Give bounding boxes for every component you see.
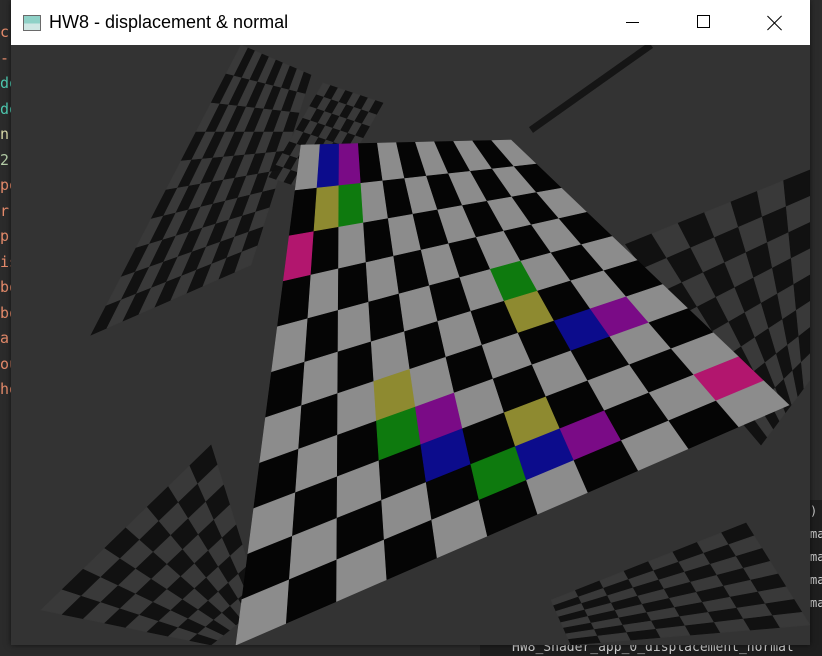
checker-tile <box>316 143 340 189</box>
checker-tile <box>313 185 340 232</box>
terminal-fragments: ) ma ma ma ma <box>810 500 822 656</box>
background-edge <box>528 45 654 133</box>
title-bar[interactable]: HW8 - displacement & normal <box>11 0 810 45</box>
background-plane-bottom-right <box>550 522 810 645</box>
checker-tile <box>338 222 367 270</box>
app-window: HW8 - displacement & normal <box>11 0 810 645</box>
close-icon <box>767 15 783 31</box>
checker-tile <box>338 143 362 187</box>
checker-tile <box>282 231 315 282</box>
checker-tile <box>310 226 340 276</box>
render-viewport[interactable] <box>11 45 810 645</box>
app-window-icon <box>23 14 41 31</box>
maximize-icon <box>697 15 710 28</box>
terminal-line: ma <box>810 550 822 564</box>
checker-tile <box>338 182 364 228</box>
rendered-scene <box>40 45 810 645</box>
background-plane-bottom-left <box>40 444 262 645</box>
terminal-line: ma <box>810 527 822 541</box>
checker-tile <box>288 187 318 237</box>
minimize-icon <box>626 22 639 23</box>
terminal-line: ma <box>810 596 822 610</box>
terminal-line: ) <box>810 504 818 518</box>
maximize-button[interactable] <box>668 0 739 45</box>
background-plane-left <box>90 45 312 336</box>
window-controls <box>597 0 810 45</box>
window-title: HW8 - displacement & normal <box>49 12 289 32</box>
close-button[interactable] <box>739 0 810 45</box>
terminal-line: ma <box>810 573 822 587</box>
checker-tile <box>307 268 339 319</box>
minimize-button[interactable] <box>597 0 668 45</box>
